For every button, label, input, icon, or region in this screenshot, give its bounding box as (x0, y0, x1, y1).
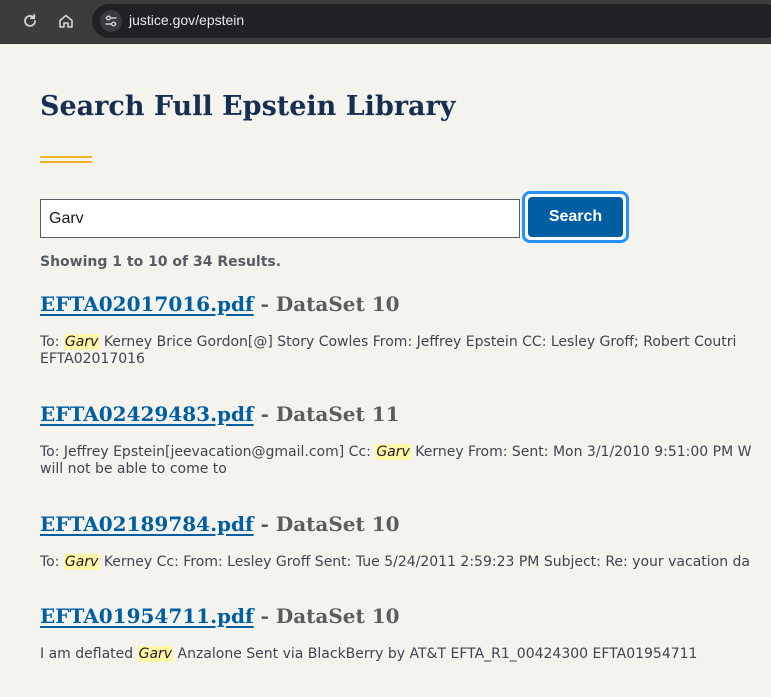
snippet-line: will not be able to come to (40, 461, 771, 478)
result-snippet: I am deflated Garv Anzalone Sent via Bla… (40, 646, 771, 663)
result-item: EFTA02017016.pdf - DataSet 10 To: Garv Ke… (40, 292, 771, 368)
snippet-text: To: (40, 334, 64, 350)
result-heading: EFTA02017016.pdf - DataSet 10 (40, 292, 771, 316)
result-file-link[interactable]: EFTA01954711.pdf (40, 604, 254, 628)
snippet-text: EFTA02017016 (40, 351, 145, 367)
reload-icon[interactable] (19, 10, 41, 32)
search-input[interactable] (40, 199, 520, 238)
url-text[interactable]: justice.gov/epstein (129, 12, 244, 28)
snippet-text: I am deflated (40, 646, 138, 662)
snippet-line: To: Garv Kerney Brice Gordon[@] Story Co… (40, 334, 771, 351)
result-item: EFTA02189784.pdf - DataSet 10 To: Garv Ke… (40, 512, 771, 571)
search-term-highlight: Garv (63, 334, 100, 350)
address-bar[interactable]: justice.gov/epstein (92, 4, 771, 38)
result-heading: EFTA01954711.pdf - DataSet 10 (40, 604, 771, 628)
search-button-label: Search (528, 197, 623, 237)
site-settings-icon[interactable] (100, 10, 122, 32)
snippet-text: will not be able to come to (40, 461, 227, 477)
page-content: Search Full Epstein Library Search Showi… (0, 44, 771, 697)
snippet-line: EFTA02017016 (40, 351, 771, 368)
home-icon[interactable] (55, 10, 77, 32)
snippet-text: Kerney From: Sent: Mon 3/1/2010 9:51:00 … (410, 444, 752, 460)
snippet-text: To: (40, 554, 64, 570)
result-heading: EFTA02429483.pdf - DataSet 11 (40, 402, 771, 426)
snippet-text: Kerney Cc: From: Lesley Groff Sent: Tue … (99, 554, 751, 570)
title-accent-divider (40, 156, 92, 163)
result-snippet: To: Garv Kerney Brice Gordon[@] Story Co… (40, 334, 771, 368)
search-term-highlight: Garv (375, 444, 411, 460)
result-dataset: - DataSet 10 (253, 292, 400, 316)
browser-toolbar: justice.gov/epstein (0, 0, 771, 44)
snippet-text: To: Jeffrey Epstein[jeevacation@gmail.co… (40, 444, 376, 460)
result-file-link[interactable]: EFTA02189784.pdf (40, 512, 254, 536)
snippet-line: I am deflated Garv Anzalone Sent via Bla… (40, 646, 771, 663)
result-heading: EFTA02189784.pdf - DataSet 10 (40, 512, 771, 536)
results-count: Showing 1 to 10 of 34 Results. (40, 254, 282, 270)
result-file-link[interactable]: EFTA02017016.pdf (40, 292, 254, 316)
result-dataset: - DataSet 11 (253, 402, 400, 426)
result-item: EFTA02429483.pdf - DataSet 11 To: Jeffrey… (40, 402, 771, 478)
search-term-highlight: Garv (137, 646, 174, 662)
result-snippet: To: Jeffrey Epstein[jeevacation@gmail.co… (40, 444, 771, 478)
search-button[interactable]: Search (522, 191, 629, 243)
page-title: Search Full Epstein Library (40, 91, 456, 122)
snippet-text: Anzalone Sent via BlackBerry by AT&T EFT… (173, 646, 698, 662)
snippet-line: To: Garv Kerney Cc: From: Lesley Groff S… (40, 554, 771, 571)
snippet-line: To: Jeffrey Epstein[jeevacation@gmail.co… (40, 444, 771, 461)
result-dataset: - DataSet 10 (253, 512, 400, 536)
result-item: EFTA01954711.pdf - DataSet 10 I am deflat… (40, 604, 771, 663)
result-dataset: - DataSet 10 (253, 604, 400, 628)
result-snippet: To: Garv Kerney Cc: From: Lesley Groff S… (40, 554, 771, 571)
search-term-highlight: Garv (63, 554, 100, 570)
result-file-link[interactable]: EFTA02429483.pdf (40, 402, 254, 426)
snippet-text: Kerney Brice Gordon[@] Story Cowles From… (99, 334, 737, 350)
